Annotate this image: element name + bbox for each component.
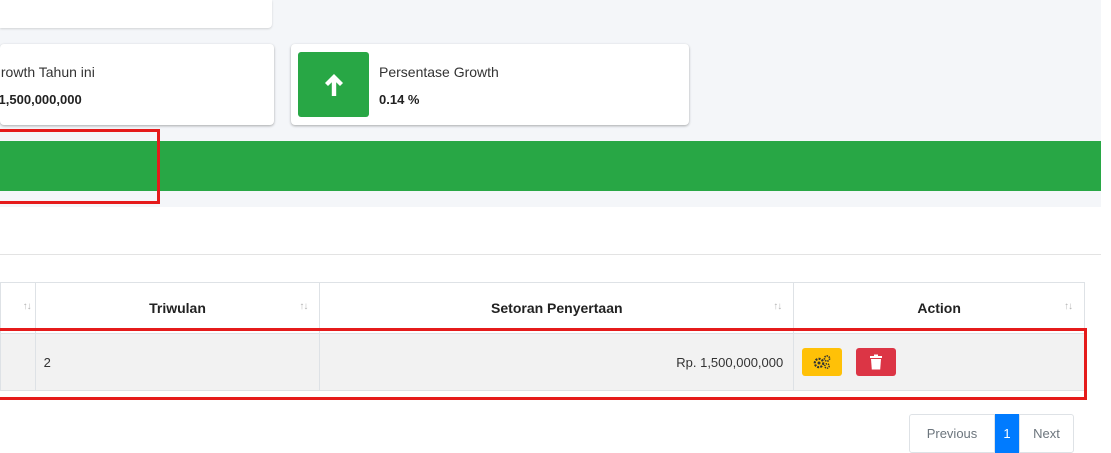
info-card-partial <box>0 0 272 28</box>
column-label: Triwulan <box>149 300 206 316</box>
sort-icon[interactable]: ↑↓ <box>23 301 32 312</box>
growth-percentage-label: Persentase Growth <box>379 64 499 80</box>
column-header-triwulan[interactable]: Triwulan ↑↓ <box>34 282 321 334</box>
column-label: Action <box>917 300 961 316</box>
growth-this-year-label: Growth Tahun ini <box>0 64 95 80</box>
column-header-action[interactable]: Action ↑↓ <box>793 282 1085 334</box>
growth-this-year-card: Growth Tahun ini Rp. 1,500,000,000 <box>0 44 274 125</box>
scrollbar-track <box>1101 0 1111 449</box>
sort-icon[interactable]: ↑↓ <box>773 301 782 312</box>
highlight-box <box>0 129 160 204</box>
growth-percentage-card: Persentase Growth 0.14 % <box>291 44 689 125</box>
column-label: Setoran Penyertaan <box>491 300 623 316</box>
table-header-row: ↑↓ Triwulan ↑↓ Setoran Penyertaan ↑↓ Act… <box>0 282 1085 334</box>
sort-icon[interactable]: ↑↓ <box>299 301 308 312</box>
page-1-button[interactable]: 1 <box>995 414 1019 453</box>
growth-percentage-value: 0.14 % <box>379 92 420 107</box>
next-page-button[interactable]: Next <box>1019 414 1074 453</box>
pagination: Previous 1 Next <box>909 414 1074 453</box>
card-header-bar <box>0 141 1101 191</box>
sort-icon[interactable]: ↑↓ <box>1064 301 1073 312</box>
column-header-setoran[interactable]: Setoran Penyertaan ↑↓ <box>319 282 795 334</box>
divider <box>0 254 1101 255</box>
column-header-hidden[interactable]: ↑↓ <box>0 282 36 334</box>
previous-page-button[interactable]: Previous <box>909 414 995 453</box>
arrow-up-icon <box>298 52 369 117</box>
growth-this-year-value: Rp. 1,500,000,000 <box>0 92 82 107</box>
highlight-box <box>0 328 1087 400</box>
